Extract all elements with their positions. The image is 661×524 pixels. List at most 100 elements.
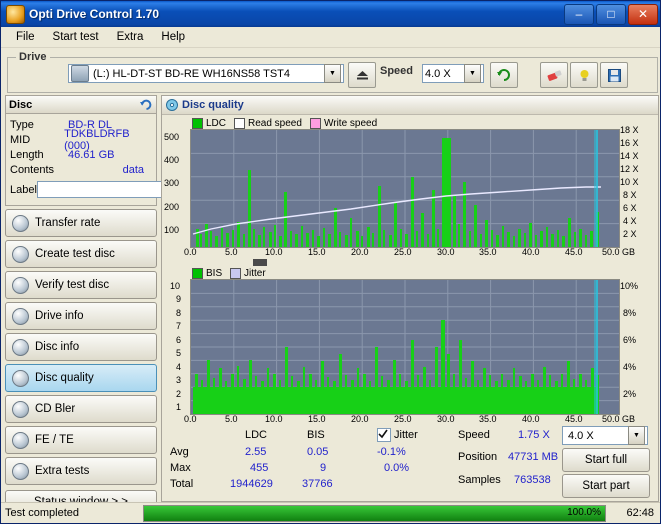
close-button[interactable]: ✕ (628, 3, 658, 25)
disc-row-value: data (122, 163, 144, 176)
drive-group-label: Drive (16, 51, 50, 63)
maximize-button[interactable]: □ (596, 3, 626, 25)
stats-max-ldc: 455 (250, 462, 269, 474)
y-tick: 4 (176, 362, 182, 372)
result-speed-select-value: 4.0 X (568, 429, 594, 442)
bis-chart (190, 279, 620, 415)
x-tick: 0.0 (184, 247, 197, 257)
info-button[interactable] (570, 62, 598, 88)
menu-item-file[interactable]: File (7, 29, 44, 45)
stats-row-label: Total (170, 478, 194, 490)
x-tick: 25.0 (394, 247, 412, 257)
disc-info-icon (12, 338, 29, 356)
x-tick: 50.0 GB (602, 414, 636, 424)
sidebar-item-fe-te[interactable]: FE / TE (5, 426, 157, 454)
x-tick: 35.0 (479, 247, 497, 257)
result-speed-select[interactable]: 4.0 X ▼ (562, 426, 648, 445)
legend-swatch (234, 118, 245, 129)
refresh-icon[interactable] (140, 99, 153, 111)
erase-button[interactable] (540, 62, 568, 88)
chevron-down-icon[interactable]: ▼ (628, 426, 645, 445)
legend-read-speed: Read speed (234, 118, 302, 129)
drive-icon (71, 65, 89, 82)
sidebar-item-create-test-disc[interactable]: Create test disc (5, 240, 157, 268)
sidebar-item-transfer-rate[interactable]: Transfer rate (5, 209, 157, 237)
position-value: 47731 MB (508, 451, 559, 463)
y-tick: 10 (170, 281, 181, 291)
y-tick: 1 (176, 402, 182, 412)
stats-total-bis: 37766 (302, 478, 333, 490)
sidebar-item-label: Disc info (35, 341, 80, 353)
y2-tick: 6 X (623, 203, 637, 213)
y-tick: 7 (176, 321, 182, 331)
disc-panel-title: Disc (9, 98, 33, 111)
legend-label: BIS (206, 268, 223, 279)
refresh-button[interactable] (490, 62, 518, 88)
disc-row-key: MID (10, 133, 31, 146)
bis-chart-svg (191, 280, 619, 414)
speed-select[interactable]: 4.0 X ▼ (422, 64, 484, 83)
sidebar-item-label: Drive info (35, 310, 84, 322)
menu-item-start-test[interactable]: Start test (44, 29, 108, 45)
x-tick: 30.0 (437, 414, 455, 424)
legend-jitter: Jitter (230, 268, 266, 279)
sidebar-item-disc-quality[interactable]: Disc quality (5, 364, 157, 392)
sidebar-item-drive-info[interactable]: Drive info (5, 302, 157, 330)
sidebar-item-cd-bler[interactable]: CD Bler (5, 395, 157, 423)
sidebar-item-verify-test-disc[interactable]: Verify test disc (5, 271, 157, 299)
disc-quality-panel: Disc quality LDC Read speed Write speed (161, 95, 659, 502)
y-tick: 8 (176, 308, 182, 318)
jitter-checkbox[interactable] (377, 428, 391, 442)
chevron-down-icon[interactable]: ▼ (464, 64, 481, 83)
disc-row-key: Type (10, 118, 34, 131)
save-button[interactable] (600, 62, 628, 88)
chart-scroll-track[interactable] (190, 259, 618, 266)
start-full-button[interactable]: Start full (562, 448, 650, 472)
y-tick: 400 (164, 155, 180, 165)
progress-bar: 100.0% (143, 504, 606, 522)
x-tick: 25.0 (394, 414, 412, 424)
y2-tick: 18 X (620, 125, 639, 135)
eject-icon (356, 70, 368, 79)
stats-avg-bis: 0.05 (307, 446, 329, 458)
y2-tick: 4 X (623, 216, 637, 226)
ldc-chart-svg (191, 130, 619, 247)
disc-row-value: 46.61 GB (68, 148, 115, 161)
stats-col-bis: BIS (307, 429, 325, 441)
status-bar: Test completed 100.0% 62:48 (1, 502, 660, 523)
x-tick: 15.0 (308, 247, 326, 257)
minimize-button[interactable]: – (564, 3, 594, 25)
app-icon (6, 4, 25, 24)
x-tick: 30.0 (437, 247, 455, 257)
result-speed-label: Speed (458, 429, 490, 441)
menu-item-extra[interactable]: Extra (108, 29, 153, 45)
legend-swatch (192, 118, 203, 129)
eject-button[interactable] (348, 62, 376, 88)
stats-total-ldc: 1944629 (230, 478, 273, 490)
app-window: Opti Drive Control 1.70 – □ ✕ File Start… (0, 0, 661, 524)
sidebar-item-disc-info[interactable]: Disc info (5, 333, 157, 361)
elapsed-time: 62:48 (626, 507, 654, 519)
stats-row-label: Avg (170, 446, 189, 458)
menu-item-help[interactable]: Help (152, 29, 194, 45)
start-part-button[interactable]: Start part (562, 474, 650, 498)
x-tick: 40.0 (522, 414, 540, 424)
sidebar-item-extra-tests[interactable]: Extra tests (5, 457, 157, 485)
legend-swatch (310, 118, 321, 129)
x-tick: 45.0 (565, 247, 583, 257)
disc-label-key: Label (10, 183, 37, 196)
refresh-icon (497, 68, 510, 81)
sidebar-item-label: Disc quality (35, 372, 94, 384)
chart-scroll-thumb[interactable] (253, 259, 267, 266)
y2-tick: 4% (623, 362, 637, 372)
stats-col-ldc: LDC (245, 429, 268, 441)
legend-label: Write speed (324, 118, 378, 129)
sidebar-item-label: Extra tests (35, 465, 90, 477)
title-bar: Opti Drive Control 1.70 – □ ✕ (1, 1, 660, 27)
table-row: Contents data (10, 162, 152, 177)
drive-select[interactable]: (L:) HL-DT-ST BD-RE WH16NS58 TST4 ▼ (68, 64, 344, 83)
legend-swatch (192, 268, 203, 279)
bulb-icon (580, 69, 588, 81)
chevron-down-icon[interactable]: ▼ (324, 64, 341, 83)
sidebar-item-label: Verify test disc (35, 279, 110, 291)
